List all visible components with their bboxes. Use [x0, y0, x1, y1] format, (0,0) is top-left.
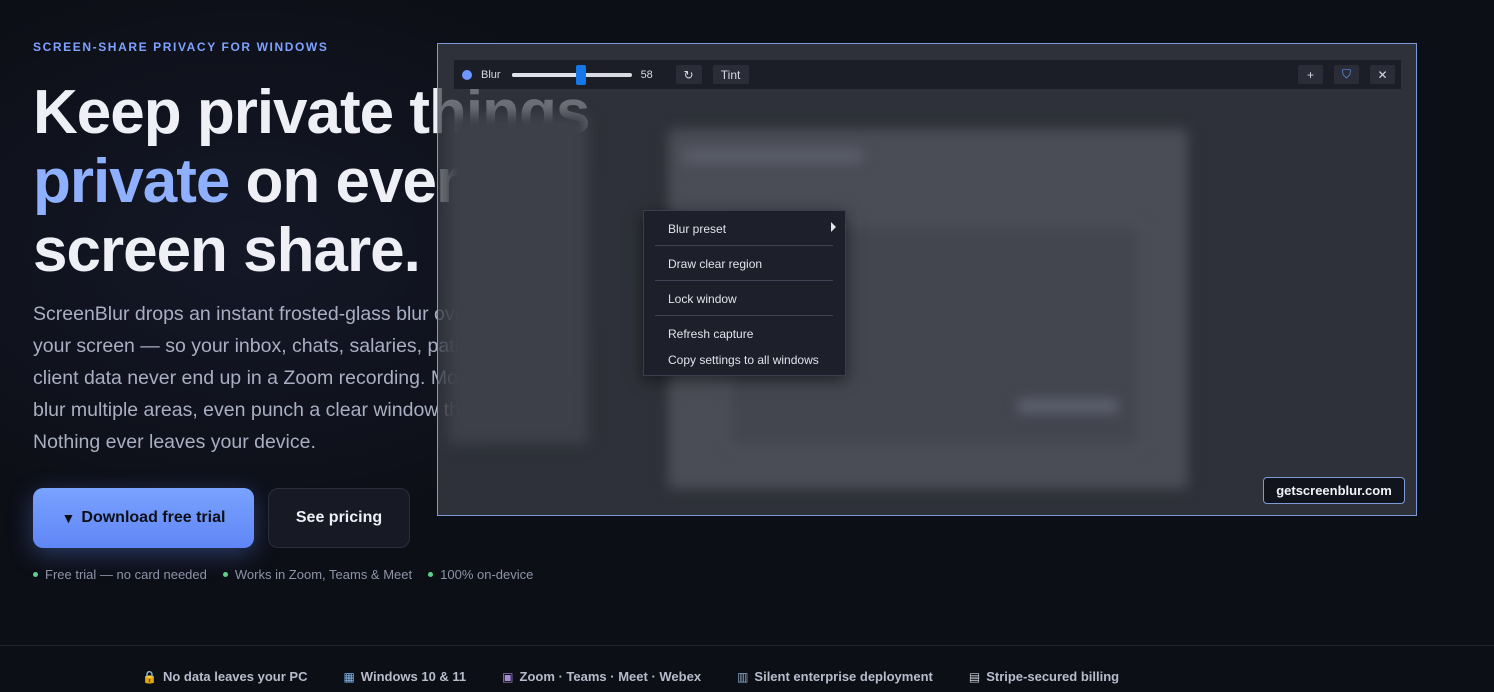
plus-icon: + [1306, 67, 1314, 82]
download-trial-label: Download free trial [81, 509, 226, 526]
shield-icon: ⛉ [1341, 67, 1351, 81]
download-trial-button[interactable]: ▼ Download free trial [33, 488, 254, 548]
check-item: Works in Zoom, Teams & Meet [222, 567, 413, 582]
trust-item: ▦ Windows 10 & 11 [343, 669, 466, 684]
menu-separator [655, 245, 833, 246]
menu-separator [655, 315, 833, 316]
trust-item: ▣ Zoom · Teams · Meet · Webex [502, 669, 701, 684]
shield-button[interactable]: ⛉ [1334, 65, 1359, 84]
menu-separator [655, 280, 833, 281]
blur-strength-slider[interactable] [511, 64, 632, 85]
trust-label: Stripe-secured billing [986, 669, 1120, 684]
windows-icon: ▦ [343, 669, 355, 684]
refresh-button[interactable]: ↻ [675, 65, 702, 84]
toolbar-right-actions: + ⛉ ✕ [1298, 65, 1395, 84]
menu-item-refresh-capture[interactable]: Refresh capture [668, 327, 753, 341]
overlay-context-menu: Blur preset Draw clear region Lock windo… [643, 210, 846, 376]
lock-icon: 🔒 [142, 669, 157, 684]
trust-label: Zoom · Teams · Meet · Webex [519, 669, 702, 684]
menu-item-copy-settings[interactable]: Copy settings to all windows [668, 353, 819, 367]
blur-overlay-window[interactable]: Blur 58 ↻ Tint + ⛉ ✕ Blur preset Draw cl… [437, 43, 1417, 516]
check-label: Free trial — no card needed [45, 567, 207, 582]
blurred-app-header [683, 149, 863, 163]
refresh-icon: ↻ [683, 67, 694, 82]
slider-thumb[interactable] [576, 64, 587, 85]
check-item: 100% on-device [428, 567, 533, 582]
submenu-arrow-icon [831, 222, 836, 232]
mode-indicator-icon [462, 69, 472, 80]
check-dot-icon [428, 572, 434, 577]
trust-bar: 🔒 No data leaves your PC ▦ Windows 10 & 11… [142, 669, 1119, 684]
slider-fill [511, 72, 582, 77]
check-dot-icon [33, 572, 38, 577]
see-pricing-button[interactable]: See pricing [268, 488, 410, 548]
mode-label: Blur [481, 68, 501, 81]
close-button[interactable]: ✕ [1370, 65, 1395, 84]
trust-label: Windows 10 & 11 [360, 669, 467, 684]
headline-accent: private [33, 147, 230, 216]
hero-eyebrow: SCREEN-SHARE PRIVACY FOR WINDOWS [33, 40, 329, 54]
blurred-text-left [448, 114, 588, 444]
url-badge: getscreenblur.com [1263, 477, 1405, 504]
trust-item: ▥ Silent enterprise deployment [737, 669, 933, 684]
menu-item-lock-window[interactable]: Lock window [668, 292, 737, 306]
check-label: Works in Zoom, Teams & Meet [234, 567, 413, 582]
building-icon: ▥ [737, 669, 749, 684]
menu-item-draw-clear-region[interactable]: Draw clear region [668, 257, 762, 271]
close-icon: ✕ [1377, 67, 1388, 82]
overlay-toolbar: Blur 58 ↻ Tint + ⛉ ✕ [454, 60, 1401, 89]
download-arrow-icon: ▼ [61, 510, 76, 526]
menu-item-blur-preset[interactable]: Blur preset [668, 222, 726, 236]
trust-item: 🔒 No data leaves your PC [142, 669, 307, 684]
blurred-app-button [1018, 399, 1118, 413]
blur-value: 58 [640, 68, 653, 81]
add-region-button[interactable]: + [1298, 65, 1323, 84]
receipt-icon: ▤ [968, 669, 981, 684]
check-item: Free trial — no card needed [33, 567, 207, 582]
trust-label: Silent enterprise deployment [754, 669, 933, 684]
check-dot-icon [222, 572, 228, 577]
section-divider [0, 645, 1494, 646]
video-icon: ▣ [502, 669, 514, 684]
trust-item: ▤ Stripe-secured billing [969, 669, 1119, 684]
check-label: 100% on-device [440, 567, 534, 582]
hero-checks: Free trial — no card needed Works in Zoo… [33, 567, 533, 582]
trust-label: No data leaves your PC [162, 669, 308, 684]
tint-button[interactable]: Tint [712, 65, 749, 84]
